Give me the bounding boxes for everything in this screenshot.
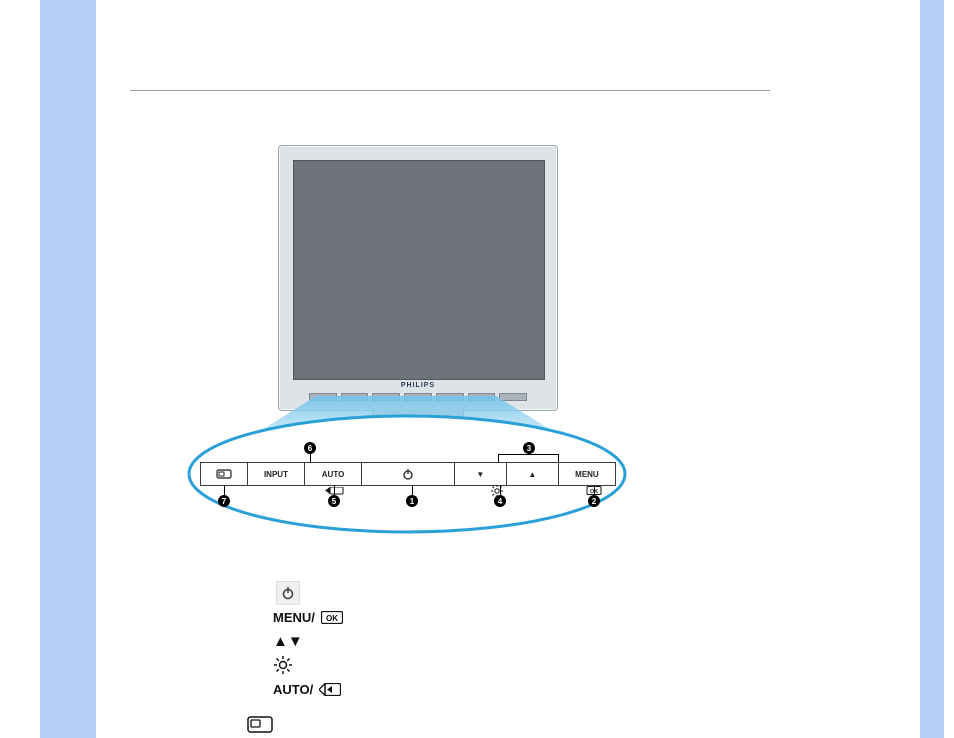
callout-3: 3 — [523, 442, 535, 454]
callout-1: 1 — [406, 495, 418, 507]
left-margin-band — [40, 0, 96, 738]
btn-smartimage — [201, 463, 248, 485]
btn-input: INPUT — [248, 463, 305, 485]
monitor-bezel: PHILIPS — [278, 145, 558, 411]
monitor-front-buttons — [309, 393, 527, 401]
btn-menu: MENU — [559, 463, 615, 485]
right-margin-band — [920, 0, 944, 738]
legend-list: MENU/ OK ▲▼ AUTO/ — [273, 581, 573, 701]
legend-row-brightness — [273, 653, 573, 677]
callout-6-line — [310, 454, 311, 462]
power-icon — [402, 468, 414, 480]
power-icon — [281, 586, 295, 600]
back-icon-under-auto — [322, 487, 344, 495]
callout-3-line-a — [498, 454, 528, 455]
svg-text:OK: OK — [326, 614, 338, 623]
btn-down: ▼ — [455, 463, 507, 485]
btn-power — [362, 463, 455, 485]
ok-icon-under-menu: OK — [586, 486, 602, 495]
svg-text:OK: OK — [590, 489, 598, 495]
btn-up-label: ▲ — [528, 470, 536, 479]
document-page: PHILIPS INPUT AUTO — [0, 0, 954, 738]
callout-7-line — [224, 485, 225, 495]
legend-row-power — [273, 581, 573, 605]
legend-auto-label: AUTO/ — [273, 682, 313, 697]
monitor-brand-label: PHILIPS — [279, 382, 557, 389]
front-panel-button-row: INPUT AUTO ▼ ▲ MENU — [200, 462, 616, 486]
btn-auto-label: AUTO — [322, 470, 345, 479]
callout-2: 2 — [588, 495, 600, 507]
legend-row-auto-back: AUTO/ — [273, 677, 573, 701]
legend-menu-label: MENU/ — [273, 610, 315, 625]
brightness-icon — [273, 655, 293, 675]
section-divider — [130, 90, 770, 91]
monitor-illustration: PHILIPS — [278, 145, 556, 425]
btn-input-label: INPUT — [264, 470, 288, 479]
smartimage-icon — [216, 469, 232, 479]
callout-1-line — [412, 485, 413, 495]
legend-smartimage-icon — [247, 716, 273, 738]
brightness-icon-under-down — [490, 485, 504, 497]
btn-menu-label: MENU — [575, 470, 599, 479]
legend-power-icon — [273, 582, 303, 604]
monitor-screen — [293, 160, 545, 380]
front-panel-inset — [176, 412, 638, 572]
legend-updown-label: ▲▼ — [273, 633, 303, 650]
callout-3-line-b — [498, 454, 499, 462]
ok-boxed-icon: OK — [321, 611, 343, 624]
callout-3-line-c — [528, 454, 558, 455]
callout-7: 7 — [218, 495, 230, 507]
btn-down-label: ▼ — [476, 470, 484, 479]
btn-up: ▲ — [507, 463, 559, 485]
back-boxed-icon — [319, 683, 341, 696]
legend-row-menu-ok: MENU/ OK — [273, 605, 573, 629]
callout-6: 6 — [304, 442, 316, 454]
callout-3-line-d — [558, 454, 559, 462]
callout-5: 5 — [328, 495, 340, 507]
btn-auto: AUTO — [305, 463, 362, 485]
legend-row-updown: ▲▼ — [273, 629, 573, 653]
